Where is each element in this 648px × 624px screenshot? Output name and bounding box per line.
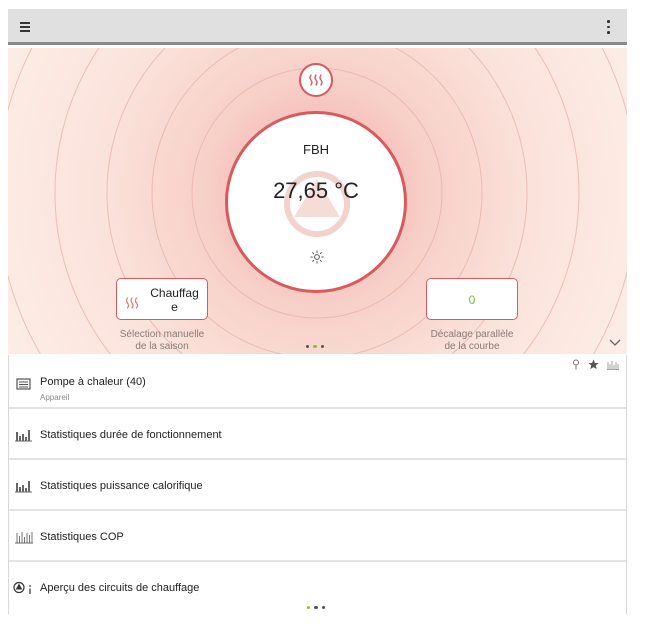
row-action-icons xyxy=(569,357,620,370)
list-item-label: Statistiques COP xyxy=(40,531,124,543)
pager-dot-active[interactable] xyxy=(313,345,317,349)
bar-chart-icon xyxy=(15,481,32,493)
app-window: FBH 27,65 °C Chauffag e Sélection manuel… xyxy=(8,9,627,614)
pager-dot[interactable] xyxy=(321,606,326,610)
hamburger-menu-icon[interactable] xyxy=(18,18,36,36)
bar-chart-icon xyxy=(15,430,32,442)
list-item-label: Statistiques puissance calorifique xyxy=(40,480,203,492)
pin-icon[interactable] xyxy=(572,357,580,375)
season-mode-button[interactable] xyxy=(299,63,333,97)
star-icon[interactable] xyxy=(587,357,599,375)
list-item-runtime-stats[interactable]: Statistiques durée de fonctionnement xyxy=(9,409,626,460)
pager-dot-active[interactable] xyxy=(307,606,311,610)
list-item-cop-stats[interactable]: Statistiques COP xyxy=(9,511,626,562)
season-selection-tile[interactable]: Chauffag e xyxy=(116,278,208,320)
curve-offset-value: 0 xyxy=(468,293,476,307)
season-tile-caption: Sélection manuelle de la saison xyxy=(119,329,205,352)
list-item-label: Statistiques durée de fonctionnement xyxy=(40,429,222,441)
pager-dot[interactable] xyxy=(314,606,318,610)
circuit-temperature: 27,65 °C xyxy=(273,178,359,203)
offset-tile-caption: Décalage parallèle de la courbe xyxy=(430,329,514,352)
sun-icon xyxy=(310,250,324,264)
pager-dot[interactable] xyxy=(320,345,325,349)
cop-chart-icon xyxy=(15,532,33,544)
pager-dot[interactable] xyxy=(306,345,310,349)
list-item-heat-pump[interactable]: Pompe à chaleur (40) Appareil xyxy=(9,355,626,409)
list-item-label: Pompe à chaleur (40) xyxy=(40,376,146,388)
circuit-temperature-dial[interactable]: FBH 27,65 °C xyxy=(225,111,407,293)
list-pager-dots[interactable] xyxy=(307,606,329,612)
top-app-bar xyxy=(8,9,627,45)
pump-info-icon xyxy=(13,581,31,594)
cop-chart-icon[interactable] xyxy=(606,357,620,375)
circuit-name: FBH xyxy=(303,142,329,157)
list-item-heat-output-stats[interactable]: Statistiques puissance calorifique xyxy=(9,460,626,511)
heating-waves-icon xyxy=(125,297,139,309)
chevron-down-icon[interactable] xyxy=(608,338,622,348)
device-menu-list: Pompe à chaleur (40) Appareil Statistiqu… xyxy=(8,355,627,614)
heating-circuit-panel: FBH 27,65 °C Chauffag e Sélection manuel… xyxy=(8,48,627,354)
list-item-sublabel: Appareil xyxy=(40,393,70,402)
season-value: Chauffag e xyxy=(150,286,199,314)
device-icon xyxy=(16,378,31,390)
curve-offset-tile[interactable]: 0 xyxy=(426,278,518,320)
kebab-menu-icon[interactable] xyxy=(603,18,613,36)
list-item-label: Aperçu des circuits de chauffage xyxy=(40,582,200,594)
hero-pager-dots[interactable] xyxy=(306,345,328,351)
heating-waves-icon xyxy=(309,74,323,86)
